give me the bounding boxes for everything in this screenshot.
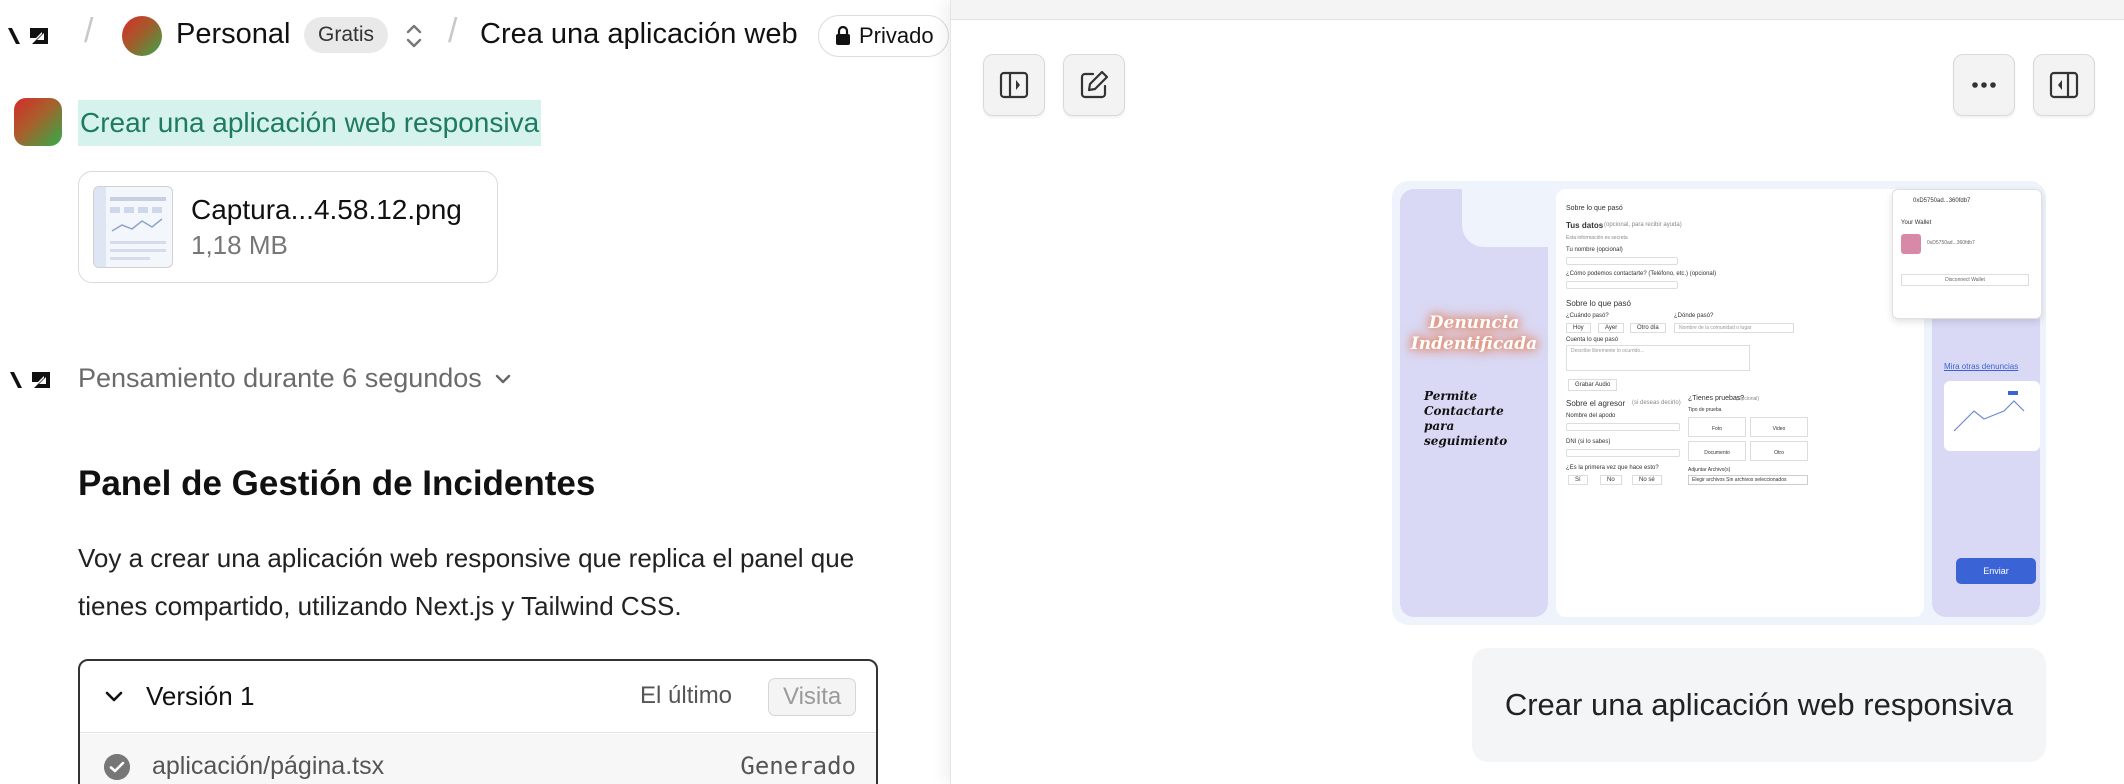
- visit-button[interactable]: Visita: [768, 678, 857, 716]
- breadcrumb-separator: /: [448, 12, 458, 50]
- sidebar-toggle-button[interactable]: [983, 54, 1045, 116]
- panel-right-icon: [2049, 71, 2079, 99]
- preview-evidence-type: Video: [1750, 417, 1808, 437]
- plan-badge: Gratis: [304, 17, 389, 53]
- preview-first-time-option: No: [1600, 475, 1622, 485]
- preview-first-time-label: ¿Es la primera vez que hace esto?: [1566, 465, 1659, 471]
- thinking-label: Pensamiento durante 6 segundos: [78, 363, 482, 393]
- more-options-button[interactable]: [1953, 54, 2015, 116]
- file-path: aplicación/página.tsx: [152, 752, 385, 780]
- response-heading: Panel de Gestión de Incidentes: [78, 464, 596, 503]
- breadcrumb-separator: /: [84, 12, 94, 50]
- preview-user-bubble: Crear una aplicación web responsiva: [1472, 648, 2046, 762]
- preview-dni-label: DNI (si lo sabes): [1566, 439, 1611, 445]
- preview-evidence-type: Otro: [1750, 441, 1808, 461]
- team-avatar[interactable]: [122, 16, 162, 56]
- preview-when-option: Hoy: [1566, 323, 1591, 333]
- preview-hero-subtitle: Permite Contactarte para seguimiento: [1424, 389, 1508, 448]
- preview-evidence-type: Documento: [1688, 441, 1746, 461]
- preview-aggressor-title: Sobre el agresor: [1566, 399, 1626, 408]
- preview-where-label: ¿Dónde pasó?: [1674, 313, 1714, 319]
- version-title: Versión 1: [146, 681, 255, 711]
- preview-evidence-hint: (Opcional): [1736, 396, 1760, 402]
- preview-pane: Denuncia Indentificada Permite Contactar…: [950, 0, 2124, 784]
- preview-field-name: Tu nombre (opcional): [1566, 247, 1623, 253]
- preview-input: [1566, 449, 1680, 457]
- preview-see-others-link: Mira otras denuncias: [1944, 362, 2019, 371]
- generated-file-row[interactable]: aplicación/página.tsx Generado: [80, 734, 876, 784]
- preview-when-option: Otro día: [1630, 323, 1666, 333]
- visibility-button[interactable]: Privado: [818, 15, 949, 57]
- preview-field-contact: ¿Cómo podemos contactarte? (Teléfono, et…: [1566, 271, 1717, 277]
- preview-evidence-type: Foto: [1688, 417, 1746, 437]
- file-status: Generado: [740, 752, 856, 780]
- preview-alias-label: Nombre del apodo: [1566, 413, 1616, 419]
- preview-tell-label: Cuenta lo que pasó: [1566, 337, 1619, 343]
- preview-attach-input: Elegir archivos Sin archivos seleccionad…: [1688, 475, 1808, 485]
- preview-when-label: ¿Cuándo pasó?: [1566, 313, 1609, 319]
- version-header[interactable]: Versión 1 El último Visita: [80, 661, 876, 733]
- top-bar: / Personal Gratis / Crea una aplicación …: [0, 0, 950, 72]
- preview-wallet-title: Your Wallet: [1901, 220, 1932, 226]
- chevron-down-icon: [495, 374, 510, 383]
- sidebar-toggle-icon: [999, 71, 1029, 99]
- preview-attach-label: Adjuntar Archivo(s): [1688, 467, 1731, 473]
- chevron-updown-icon[interactable]: [402, 20, 426, 52]
- preview-wallet-avatar: [1901, 234, 1921, 254]
- team-name[interactable]: Personal: [176, 18, 290, 51]
- preview-input: [1566, 257, 1678, 265]
- attachment-size: 1,18 MB: [191, 230, 288, 260]
- preview-info-hint: Esta información es secreta: [1566, 235, 1628, 241]
- new-chat-button[interactable]: [1063, 54, 1125, 116]
- panel-toggle-button[interactable]: [2033, 54, 2095, 116]
- chat-pane: / Personal Gratis / Crea una aplicación …: [0, 0, 950, 784]
- preview-aggressor-hint: (si deseas decirlo): [1632, 400, 1681, 406]
- thinking-toggle[interactable]: Pensamiento durante 6 segundos: [78, 363, 512, 394]
- preview-your-data-hint: (opcional, para recibir ayuda): [1604, 222, 1682, 228]
- attachment-name: Captura...4.58.12.png: [191, 194, 462, 225]
- preview-wallet-item: 0xD5750ad...360fdb7: [1927, 240, 1975, 246]
- chevron-down-icon[interactable]: [104, 687, 124, 707]
- more-icon: [1972, 82, 1996, 88]
- edit-icon: [1080, 70, 1109, 99]
- preview-top-strip: [951, 0, 2124, 20]
- preview-wallet-popover: 0xD5750ad...360fdb7 Your Wallet 0xD5750a…: [1892, 189, 2042, 319]
- app-window: / Personal Gratis / Crea una aplicación …: [0, 0, 2124, 784]
- version-card: Versión 1 El último Visita aplicación/pá…: [78, 659, 878, 784]
- user-avatar: [14, 98, 62, 146]
- preview-hero-panel: Denuncia Indentificada Permite Contactar…: [1400, 189, 1548, 617]
- preview-mini-chart: [1944, 381, 2040, 451]
- preview-when-option: Ayer: [1598, 323, 1625, 333]
- preview-section-what: Sobre lo que pasó: [1566, 299, 1631, 308]
- version-latest-label: El último: [640, 682, 733, 709]
- preview-record-audio: Grabar Audio: [1568, 379, 1618, 391]
- check-circle-icon: [104, 754, 130, 780]
- attachment-thumbnail: [93, 186, 173, 268]
- preview-first-time-option: No sé: [1632, 475, 1662, 485]
- preview-evidence-type-label: Tipo de prueba: [1688, 407, 1722, 413]
- project-title[interactable]: Crea una aplicación web: [480, 18, 798, 51]
- attachment-card[interactable]: Captura...4.58.12.png 1,18 MB: [78, 171, 498, 283]
- attached-screenshot-preview[interactable]: Denuncia Indentificada Permite Contactar…: [1392, 181, 2046, 625]
- visibility-label: Privado: [859, 23, 934, 48]
- preview-hero-notch: [1462, 189, 1548, 247]
- v0-logo-icon: [10, 372, 50, 388]
- preview-form: Sobre lo que pasó Tus datos (opcional, p…: [1556, 189, 1924, 617]
- preview-hero-title: Denuncia Indentificada: [1410, 313, 1538, 354]
- response-paragraph: Voy a crear una aplicación web responsiv…: [78, 543, 855, 621]
- preview-your-data: Tus datos: [1566, 221, 1604, 230]
- preview-where-input: Nombre de la comunidad o lugar: [1674, 323, 1794, 333]
- preview-wallet-disconnect: Disconnect Wallet: [1901, 274, 2029, 286]
- preview-input: [1566, 281, 1678, 289]
- v0-logo-icon[interactable]: [6, 22, 62, 50]
- user-message: Crear una aplicación web responsiva: [78, 100, 542, 146]
- preview-tell-input: Describe libremente lo ocurrido...: [1566, 345, 1750, 371]
- preview-wallet-address: 0xD5750ad...360fdb7: [1913, 198, 1971, 204]
- preview-first-time-option: Sí: [1568, 475, 1588, 485]
- preview-form-section: Sobre lo que pasó: [1566, 205, 1623, 212]
- preview-submit-button: Enviar: [1956, 558, 2036, 584]
- preview-input: [1566, 423, 1680, 431]
- lock-icon: [836, 26, 850, 45]
